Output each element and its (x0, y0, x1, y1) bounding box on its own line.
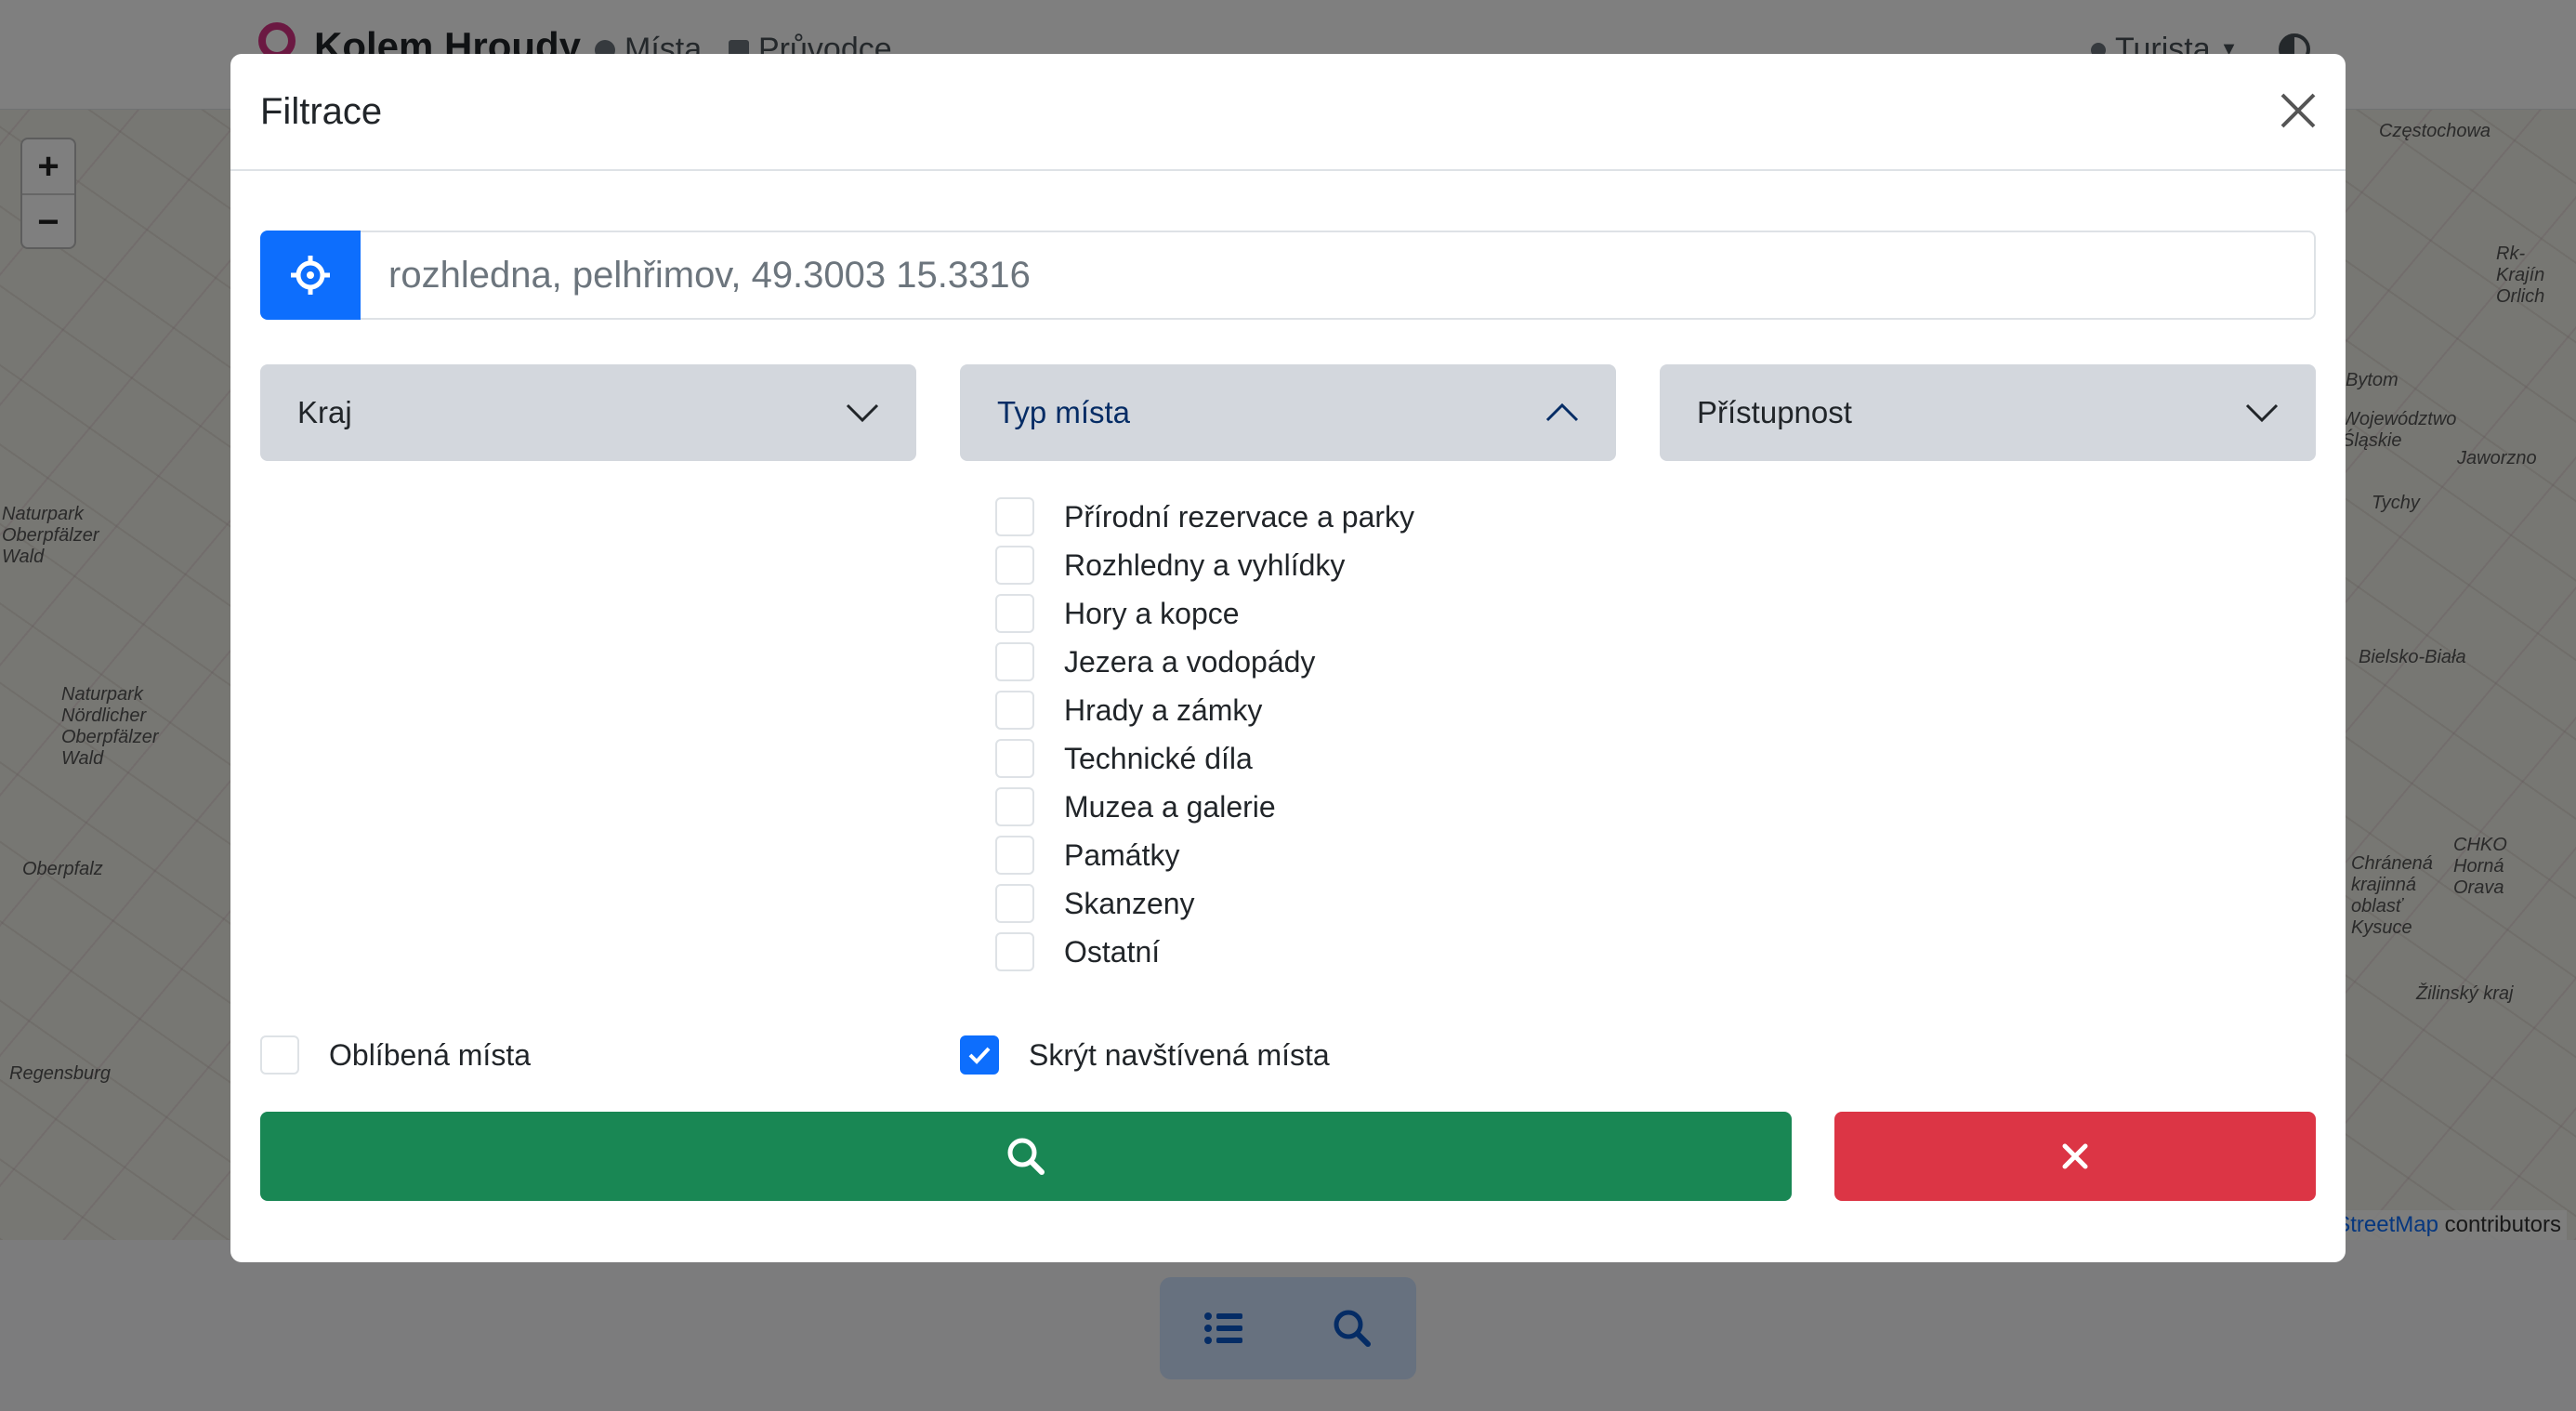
accordion-place-type[interactable]: Typ místa (960, 364, 1616, 461)
chevron-down-icon (2245, 403, 2279, 423)
filter-modal: Filtrace Kraj Typ místa Přístupnost (230, 54, 2346, 1262)
option-label: Přírodní rezervace a parky (1064, 499, 1415, 534)
checkbox[interactable] (995, 642, 1034, 681)
crosshair-icon (291, 256, 330, 295)
apply-filter-button[interactable] (260, 1112, 1792, 1201)
close-icon (2062, 1143, 2088, 1169)
place-type-option[interactable]: Hory a kopce (995, 589, 1414, 638)
place-type-option[interactable]: Ostatní (995, 928, 1414, 976)
locate-button[interactable] (260, 231, 361, 320)
favorites-label: Oblíbená místa (329, 1037, 531, 1072)
option-label: Technické díla (1064, 741, 1253, 775)
checkbox[interactable] (995, 836, 1034, 875)
favorites-option[interactable]: Oblíbená místa (260, 1035, 531, 1075)
place-type-list: Přírodní rezervace a parky Rozhledny a v… (995, 493, 1414, 976)
accordion-region-label: Kraj (297, 395, 352, 429)
search-input[interactable] (361, 231, 2316, 320)
accordion-place-type-label: Typ místa (997, 395, 1131, 429)
search-icon (1007, 1138, 1045, 1175)
hide-visited-option[interactable]: Skrýt navštívená místa (960, 1035, 1330, 1075)
accordion-accessibility-label: Přístupnost (1697, 395, 1852, 429)
checkbox[interactable] (995, 546, 1034, 585)
close-icon (2280, 93, 2316, 128)
clear-filter-button[interactable] (1834, 1112, 2316, 1201)
option-label: Hrady a zámky (1064, 692, 1263, 727)
checkbox[interactable] (995, 739, 1034, 778)
option-label: Jezera a vodopády (1064, 644, 1316, 679)
place-type-option[interactable]: Technické díla (995, 734, 1414, 783)
place-type-option[interactable]: Jezera a vodopády (995, 638, 1414, 686)
close-button[interactable] (2279, 91, 2318, 130)
place-type-option[interactable]: Muzea a galerie (995, 783, 1414, 831)
checkmark-icon (968, 1047, 991, 1064)
search-group (260, 231, 2316, 320)
accordion-accessibility[interactable]: Přístupnost (1660, 364, 2316, 461)
checkbox[interactable] (995, 497, 1034, 536)
option-label: Skanzeny (1064, 886, 1195, 920)
place-type-option[interactable]: Skanzeny (995, 879, 1414, 928)
place-type-option[interactable]: Hrady a zámky (995, 686, 1414, 734)
checkbox[interactable] (995, 594, 1034, 633)
place-type-option[interactable]: Rozhledny a vyhlídky (995, 541, 1414, 589)
option-label: Rozhledny a vyhlídky (1064, 547, 1346, 582)
place-type-option[interactable]: Přírodní rezervace a parky (995, 493, 1414, 541)
option-label: Hory a kopce (1064, 596, 1240, 630)
option-label: Ostatní (1064, 934, 1161, 969)
hide-visited-label: Skrýt navštívená místa (1029, 1037, 1330, 1072)
favorites-checkbox[interactable] (260, 1035, 299, 1075)
modal-title: Filtrace (260, 91, 383, 132)
checkbox[interactable] (995, 691, 1034, 730)
place-type-option[interactable]: Památky (995, 831, 1414, 879)
modal-header: Filtrace (230, 54, 2346, 171)
checkbox[interactable] (995, 787, 1034, 826)
hide-visited-checkbox[interactable] (960, 1035, 999, 1075)
checkbox[interactable] (995, 932, 1034, 971)
option-label: Muzea a galerie (1064, 789, 1276, 824)
accordion-region[interactable]: Kraj (260, 364, 916, 461)
chevron-down-icon (846, 403, 879, 423)
chevron-up-icon (1545, 402, 1579, 422)
option-label: Památky (1064, 837, 1180, 872)
checkbox[interactable] (995, 884, 1034, 923)
